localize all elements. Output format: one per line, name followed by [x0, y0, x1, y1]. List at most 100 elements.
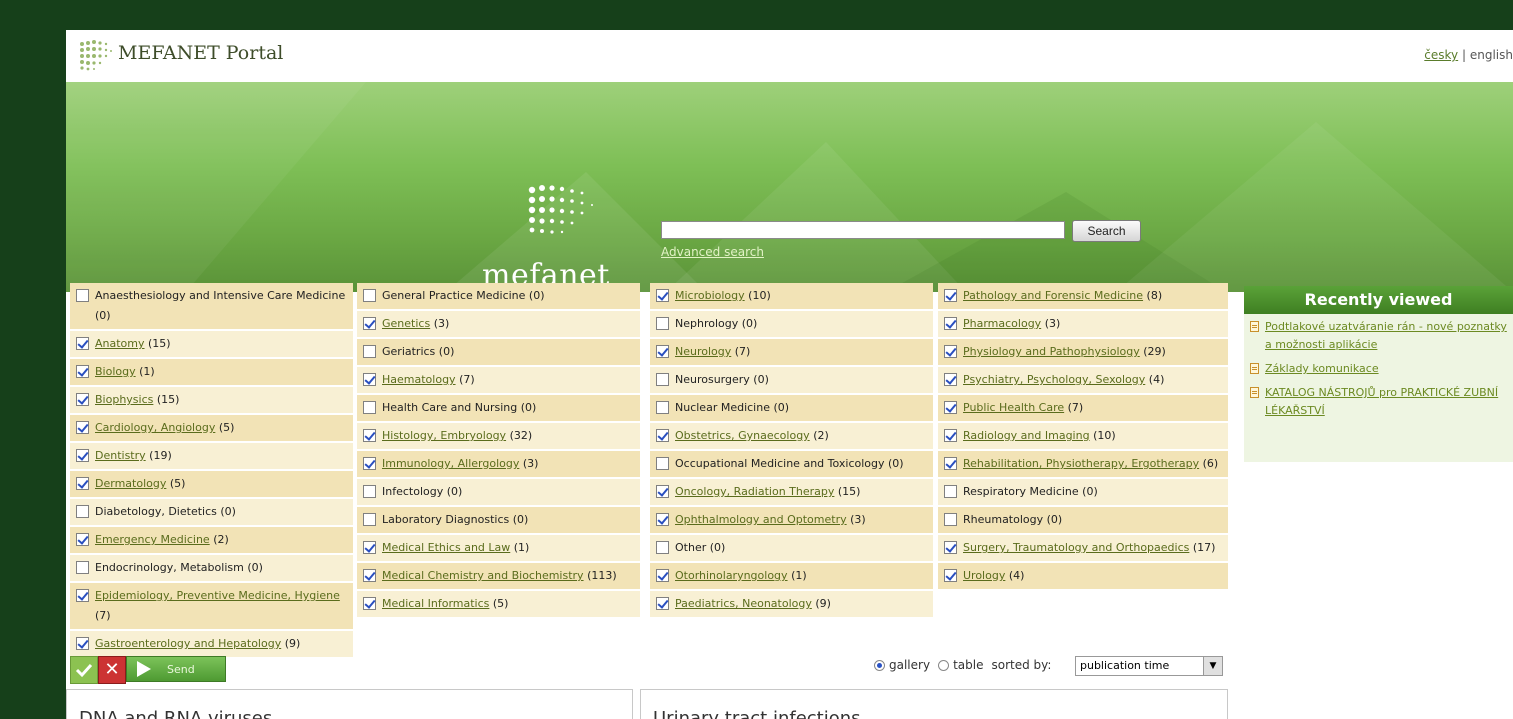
category-checkbox[interactable]: [944, 373, 957, 386]
category-name[interactable]: Biophysics: [95, 393, 153, 406]
category-checkbox[interactable]: [656, 541, 669, 554]
sort-select[interactable]: publication time ▼: [1075, 656, 1223, 676]
panel-title[interactable]: DNA and RNA viruses: [79, 708, 272, 719]
category-checkbox[interactable]: [656, 345, 669, 358]
category-checkbox[interactable]: [656, 569, 669, 582]
recent-item-link[interactable]: KATALOG NÁSTROJŮ pro PRAKTICKÉ ZUBNÍ LÉK…: [1265, 384, 1507, 420]
category-checkbox[interactable]: [944, 513, 957, 526]
category-checkbox[interactable]: [656, 457, 669, 470]
category-row[interactable]: Urology (4): [938, 563, 1228, 589]
send-button[interactable]: Send: [126, 656, 226, 682]
category-row[interactable]: Dermatology (5): [70, 471, 353, 497]
category-row[interactable]: Epidemiology, Preventive Medicine, Hygie…: [70, 583, 353, 629]
category-row[interactable]: Ophthalmology and Optometry (3): [650, 507, 933, 533]
category-row[interactable]: Cardiology, Angiology (5): [70, 415, 353, 441]
category-checkbox[interactable]: [76, 533, 89, 546]
category-checkbox[interactable]: [944, 289, 957, 302]
category-checkbox[interactable]: [656, 317, 669, 330]
category-row[interactable]: Infectology (0): [357, 479, 640, 505]
category-row[interactable]: Nuclear Medicine (0): [650, 395, 933, 421]
category-name[interactable]: Psychiatry, Psychology, Sexology: [963, 373, 1145, 386]
category-name[interactable]: Neurology: [675, 345, 731, 358]
category-checkbox[interactable]: [363, 429, 376, 442]
category-row[interactable]: Medical Informatics (5): [357, 591, 640, 617]
category-name[interactable]: Surgery, Traumatology and Orthopaedics: [963, 541, 1189, 554]
category-row[interactable]: Psychiatry, Psychology, Sexology (4): [938, 367, 1228, 393]
category-row[interactable]: Occupational Medicine and Toxicology (0): [650, 451, 933, 477]
category-row[interactable]: Health Care and Nursing (0): [357, 395, 640, 421]
category-name[interactable]: Medical Informatics: [382, 597, 489, 610]
panel-title[interactable]: Urinary tract infections: [653, 708, 861, 719]
category-row[interactable]: Emergency Medicine (2): [70, 527, 353, 553]
category-row[interactable]: Haematology (7): [357, 367, 640, 393]
category-checkbox[interactable]: [76, 337, 89, 350]
category-row[interactable]: Medical Chemistry and Biochemistry (113): [357, 563, 640, 589]
category-name[interactable]: Biology: [95, 365, 136, 378]
category-checkbox[interactable]: [656, 429, 669, 442]
category-row[interactable]: Anaesthesiology and Intensive Care Medic…: [70, 283, 353, 329]
gallery-radio[interactable]: [874, 659, 885, 671]
recent-item-link[interactable]: Podtlakové uzatváranie rán - nové poznat…: [1265, 318, 1507, 354]
category-name[interactable]: Genetics: [382, 317, 430, 330]
category-name[interactable]: Emergency Medicine: [95, 533, 210, 546]
category-name[interactable]: Pathology and Forensic Medicine: [963, 289, 1143, 302]
category-checkbox[interactable]: [944, 569, 957, 582]
category-name[interactable]: Oncology, Radiation Therapy: [675, 485, 834, 498]
category-checkbox[interactable]: [944, 429, 957, 442]
category-row[interactable]: Medical Ethics and Law (1): [357, 535, 640, 561]
category-name[interactable]: Dermatology: [95, 477, 166, 490]
category-row[interactable]: Obstetrics, Gynaecology (2): [650, 423, 933, 449]
category-row[interactable]: Pharmacology (3): [938, 311, 1228, 337]
category-row[interactable]: Surgery, Traumatology and Orthopaedics (…: [938, 535, 1228, 561]
category-row[interactable]: Rehabilitation, Physiotherapy, Ergothera…: [938, 451, 1228, 477]
category-row[interactable]: Microbiology (10): [650, 283, 933, 309]
category-checkbox[interactable]: [656, 513, 669, 526]
select-all-button[interactable]: [70, 656, 98, 684]
category-name[interactable]: Physiology and Pathophysiology: [963, 345, 1140, 358]
category-name[interactable]: Gastroenterology and Hepatology: [95, 637, 281, 650]
category-checkbox[interactable]: [944, 345, 957, 358]
category-name[interactable]: Immunology, Allergology: [382, 457, 519, 470]
category-checkbox[interactable]: [363, 373, 376, 386]
category-checkbox[interactable]: [656, 289, 669, 302]
category-row[interactable]: Dentistry (19): [70, 443, 353, 469]
search-button[interactable]: Search: [1072, 220, 1141, 242]
category-checkbox[interactable]: [944, 457, 957, 470]
category-name[interactable]: Anatomy: [95, 337, 145, 350]
category-row[interactable]: Oncology, Radiation Therapy (15): [650, 479, 933, 505]
category-row[interactable]: Histology, Embryology (32): [357, 423, 640, 449]
category-row[interactable]: Geriatrics (0): [357, 339, 640, 365]
category-row[interactable]: Neurology (7): [650, 339, 933, 365]
category-name[interactable]: Radiology and Imaging: [963, 429, 1090, 442]
category-row[interactable]: Radiology and Imaging (10): [938, 423, 1228, 449]
category-name[interactable]: Public Health Care: [963, 401, 1064, 414]
search-input[interactable]: [661, 221, 1065, 239]
recent-item-link[interactable]: Základy komunikace: [1265, 360, 1379, 378]
category-checkbox[interactable]: [656, 485, 669, 498]
category-name[interactable]: Histology, Embryology: [382, 429, 506, 442]
category-row[interactable]: Genetics (3): [357, 311, 640, 337]
category-name[interactable]: Microbiology: [675, 289, 745, 302]
category-row[interactable]: Public Health Care (7): [938, 395, 1228, 421]
category-checkbox[interactable]: [656, 373, 669, 386]
category-name[interactable]: Rehabilitation, Physiotherapy, Ergothera…: [963, 457, 1199, 470]
category-row[interactable]: Pathology and Forensic Medicine (8): [938, 283, 1228, 309]
category-name[interactable]: Epidemiology, Preventive Medicine, Hygie…: [95, 589, 340, 602]
category-row[interactable]: Immunology, Allergology (3): [357, 451, 640, 477]
category-name[interactable]: Cardiology, Angiology: [95, 421, 215, 434]
category-checkbox[interactable]: [76, 393, 89, 406]
category-row[interactable]: Endocrinology, Metabolism (0): [70, 555, 353, 581]
category-row[interactable]: Diabetology, Dietetics (0): [70, 499, 353, 525]
category-row[interactable]: General Practice Medicine (0): [357, 283, 640, 309]
category-name[interactable]: Haematology: [382, 373, 456, 386]
category-checkbox[interactable]: [76, 289, 89, 302]
category-checkbox[interactable]: [363, 513, 376, 526]
category-checkbox[interactable]: [656, 597, 669, 610]
category-row[interactable]: Other (0): [650, 535, 933, 561]
category-checkbox[interactable]: [76, 637, 89, 650]
category-checkbox[interactable]: [76, 449, 89, 462]
category-checkbox[interactable]: [363, 401, 376, 414]
category-checkbox[interactable]: [76, 421, 89, 434]
category-row[interactable]: Biophysics (15): [70, 387, 353, 413]
category-checkbox[interactable]: [76, 589, 89, 602]
